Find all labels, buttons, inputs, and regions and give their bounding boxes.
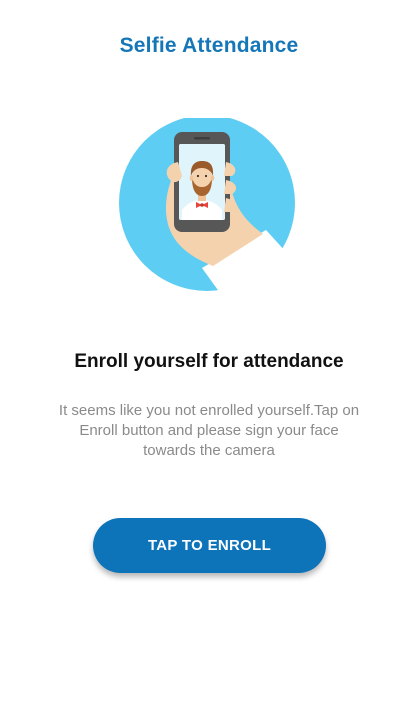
enroll-screen: Selfie Attendance Enroll yourself for at…	[0, 0, 418, 720]
enroll-description: It seems like you not enrolled yourself.…	[58, 402, 360, 459]
enroll-button[interactable]: TAP TO ENROLL	[93, 518, 326, 573]
enroll-button-label: TAP TO ENROLL	[147, 537, 272, 554]
app-title: Selfie Attendance	[119, 34, 299, 57]
selfie-phone-illustration	[118, 115, 314, 304]
page-heading: Enroll yourself for attendance	[74, 351, 344, 372]
